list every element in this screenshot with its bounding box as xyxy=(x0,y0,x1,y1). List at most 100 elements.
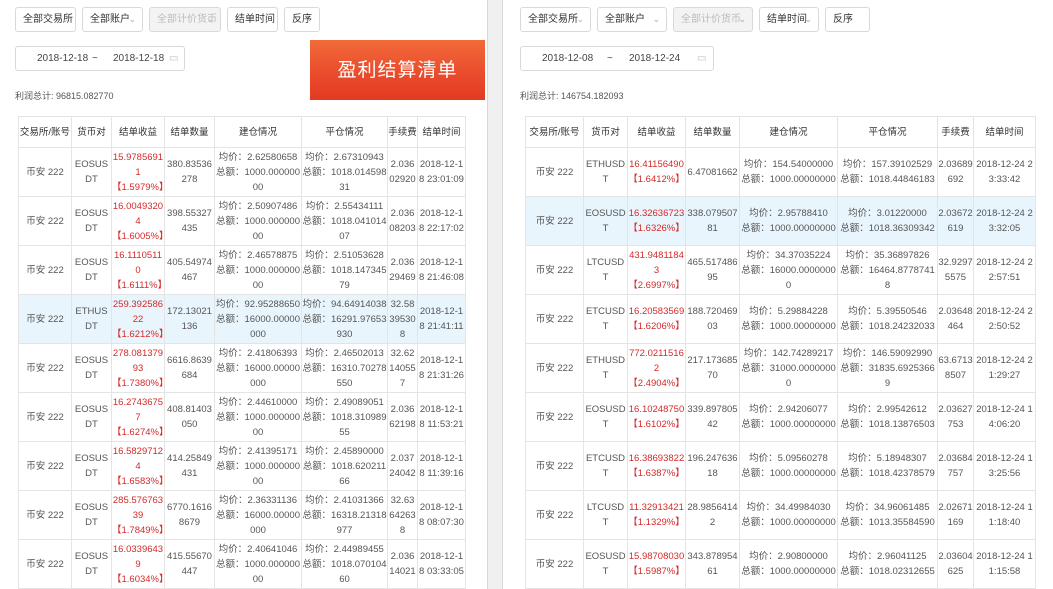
table-row[interactable]: 币安 222 EOSUSDT 16.27436757 【1.6274%】 408.814… xyxy=(18,392,466,442)
pair-cell: EOSUSDT xyxy=(583,392,628,442)
table-row[interactable]: 币安 222 LTCUSDT 431.94811843 【2.6997%】 465.51… xyxy=(525,245,1036,295)
exchange-cell: 币安 222 xyxy=(18,343,72,393)
open-total: 总额：31000.00000000 xyxy=(741,362,836,389)
open-position-cell: 均价：2.90800000 总额：1000.00000000 xyxy=(739,539,838,589)
profit-value: 15.98708030 xyxy=(628,551,685,562)
exchange-cell: 币安 222 xyxy=(525,539,584,589)
close-avg-price: 均价：157.39102529 xyxy=(842,159,933,170)
date-separator: ~ xyxy=(607,53,613,64)
profit-percent: 【2.6997%】 xyxy=(628,279,685,291)
table-row[interactable]: 币安 222 EOSUSDT 16.03396439 【1.6034%】 415.556… xyxy=(18,539,466,589)
settle-time-cell: 2018-12-24 13:25:56 xyxy=(973,441,1036,491)
open-avg-price: 均价：154.54000000 xyxy=(743,159,834,170)
sort-order-select[interactable]: 反序 xyxy=(284,7,320,32)
table-row[interactable]: 币安 222 EOSUSDT 16.10248750 【1.6102%】 339.897… xyxy=(525,392,1036,442)
table-row[interactable]: 币安 222 EOSUSDT 15.97856911 【1.5979%】 380.835… xyxy=(18,147,466,197)
table-row[interactable]: 币安 222 EOSUSDT 16.32636723 【1.6326%】 338.079… xyxy=(525,196,1036,246)
settle-time-cell: 2018-12-24 14:06:20 xyxy=(973,392,1036,442)
open-avg-price: 均价：2.50907486 xyxy=(218,200,298,212)
open-total: 总额：1000.00000000 xyxy=(216,215,300,242)
close-avg-price: 均价：2.45890000 xyxy=(305,445,384,457)
date-range-picker[interactable]: 2018-12-18 ~ 2018-12-18 ▭ xyxy=(15,46,185,71)
profit-percent: 【1.6274%】 xyxy=(112,426,165,438)
settlement-table: 交易所/账号 货币对 结单收益 结单数量 建仓情况 平仓情况 手续费 结单时间 币安 222 E… xyxy=(18,116,466,589)
sort-field-select[interactable]: 结单时间 ⌄ xyxy=(227,7,278,32)
table-row[interactable]: 币安 222 ETHUSDT 772.02115162 【2.4904%】 217.17… xyxy=(525,343,1036,393)
profit-cell: 11.32913421 【1.1329%】 xyxy=(627,490,686,540)
close-total: 总额：1013.35584590 xyxy=(840,517,935,528)
open-avg-price: 均价：2.40641046 xyxy=(218,543,298,555)
profit-cell: 16.32636723 【1.6326%】 xyxy=(627,196,686,246)
account-select[interactable]: 全部账户 ⌄ xyxy=(597,7,667,32)
table-row[interactable]: 币安 222 LTCUSDT 11.32913421 【1.1329%】 28.9856… xyxy=(525,490,1036,540)
close-position-cell: 均价：94.64914038 总额：16291.97653930 xyxy=(301,294,388,344)
table-row[interactable]: 币安 222 ETHUSDT 16.41156490 【1.6412%】 6.47081… xyxy=(525,147,1036,197)
profit-value: 16.58297124 xyxy=(112,445,164,472)
profit-value: 16.03396439 xyxy=(112,543,164,570)
open-total: 总额：1000.00000000 xyxy=(216,460,300,487)
open-position-cell: 均价：2.41395171 总额：1000.00000000 xyxy=(214,441,302,491)
table-row[interactable]: 币安 222 EOSUSDT 278.08137993 【1.7380%】 6616.8… xyxy=(18,343,466,393)
open-position-cell: 均价：5.29884228 总额：1000.00000000 xyxy=(739,294,838,344)
quantity-cell: 465.51748695 xyxy=(685,245,740,295)
profit-cell: 16.41156490 【1.6412%】 xyxy=(627,147,686,197)
quantity-cell: 28.98564142 xyxy=(685,490,740,540)
table-row[interactable]: 币安 222 EOSUSDT 16.00493204 【1.6005%】 398.553… xyxy=(18,196,466,246)
profit-value: 285.57676339 xyxy=(112,494,164,521)
quantity-cell: 343.87895461 xyxy=(685,539,740,589)
close-position-cell: 均价：2.96041125 总额：1018.02312655 xyxy=(837,539,938,589)
open-avg-price: 均价：2.62580658 xyxy=(218,151,298,163)
profit-cell: 16.27436757 【1.6274%】 xyxy=(111,392,165,442)
pair-cell: EOSUSDT xyxy=(71,147,112,197)
column-header: 平仓情况 xyxy=(301,116,388,148)
table-row[interactable]: 币安 222 ETHUSDT 259.39258622 【1.6212%】 172.13… xyxy=(18,294,466,344)
close-total: 总额：31835.69253669 xyxy=(840,362,935,389)
table-row[interactable]: 币安 222 EOSUSDT 16.11105110 【1.6111%】 405.549… xyxy=(18,245,466,295)
profit-percent: 【1.6111%】 xyxy=(112,279,165,291)
open-avg-price: 均价：2.95788410 xyxy=(749,208,828,219)
table-row[interactable]: 币安 222 EOSUSDT 15.98708030 【1.5987%】 343.878… xyxy=(525,539,1036,589)
column-header: 交易所/账号 xyxy=(525,116,584,148)
table-row[interactable]: 币安 222 EOSUSDT 285.57676339 【1.7849%】 6770.1… xyxy=(18,490,466,540)
close-position-cell: 均价：157.39102529 总额：1018.44846183 xyxy=(837,147,938,197)
profit-percent: 【1.6583%】 xyxy=(112,475,165,487)
settle-time-cell: 2018-12-24 11:18:40 xyxy=(973,490,1036,540)
sort-order-select[interactable]: 反序 xyxy=(825,7,870,32)
open-position-cell: 均价：154.54000000 总额：1000.00000000 xyxy=(739,147,838,197)
account-select[interactable]: 全部账户 ⌄ xyxy=(82,7,143,32)
close-avg-price: 均价：2.96041125 xyxy=(848,551,927,562)
open-avg-price: 均价：2.90800000 xyxy=(749,551,828,562)
open-position-cell: 均价：2.41806393 总额：16000.00000000 xyxy=(214,343,302,393)
pair-cell: EOSUSDT xyxy=(71,392,112,442)
close-position-cell: 均价：5.18948307 总额：1018.42378579 xyxy=(837,441,938,491)
quantity-cell: 188.72046903 xyxy=(685,294,740,344)
close-position-cell: 均价：2.44989455 总额：1018.07010460 xyxy=(301,539,388,589)
quote-currency-select[interactable]: 全部计价货币 ⌄ xyxy=(149,7,221,32)
filter-bar: 全部交易所 ⌄ 全部账户 ⌄ 全部计价货币 ⌄ 结单时间 ⌄ 反序 xyxy=(520,7,870,32)
profit-cell: 285.57676339 【1.7849%】 xyxy=(111,490,165,540)
exchange-select[interactable]: 全部交易所 ⌄ xyxy=(15,7,76,32)
close-avg-price: 均价：2.46502013 xyxy=(305,347,384,359)
exchange-select[interactable]: 全部交易所 ⌄ xyxy=(520,7,591,32)
chevron-down-icon: ⌄ xyxy=(128,14,136,24)
settle-time-cell: 2018-12-18 08:07:30 xyxy=(417,490,466,540)
settle-time-cell: 2018-12-18 23:01:09 xyxy=(417,147,466,197)
table-row[interactable]: 币安 222 EOSUSDT 16.58297124 【1.6583%】 414.258… xyxy=(18,441,466,491)
date-range-picker[interactable]: 2018-12-08 ~ 2018-12-24 ▭ xyxy=(520,46,714,71)
open-position-cell: 均价：34.37035224 总额：16000.00000000 xyxy=(739,245,838,295)
open-total: 总额：1000.00000000 xyxy=(741,468,836,479)
fee-cell: 2.03602920 xyxy=(387,147,418,197)
close-total: 总额：1018.24232033 xyxy=(840,321,935,332)
settle-time-cell: 2018-12-24 23:32:05 xyxy=(973,196,1036,246)
settle-time-cell: 2018-12-18 21:31:26 xyxy=(417,343,466,393)
close-total: 总额：1018.13876503 xyxy=(840,419,935,430)
close-avg-price: 均价：2.67310943 xyxy=(305,151,384,163)
close-position-cell: 均价：34.96061485 总额：1013.35584590 xyxy=(837,490,938,540)
open-total: 总额：1000.00000000 xyxy=(216,166,300,193)
open-total: 总额：1000.00000000 xyxy=(216,264,300,291)
quote-currency-select[interactable]: 全部计价货币 ⌄ xyxy=(673,7,753,32)
table-row[interactable]: 币安 222 ETCUSDT 16.38693822 【1.6387%】 196.247… xyxy=(525,441,1036,491)
table-row[interactable]: 币安 222 ETCUSDT 16.20583569 【1.6206%】 188.720… xyxy=(525,294,1036,344)
sort-field-select[interactable]: 结单时间 ⌄ xyxy=(759,7,819,32)
close-position-cell: 均价：2.51053628 总额：1018.14734579 xyxy=(301,245,388,295)
